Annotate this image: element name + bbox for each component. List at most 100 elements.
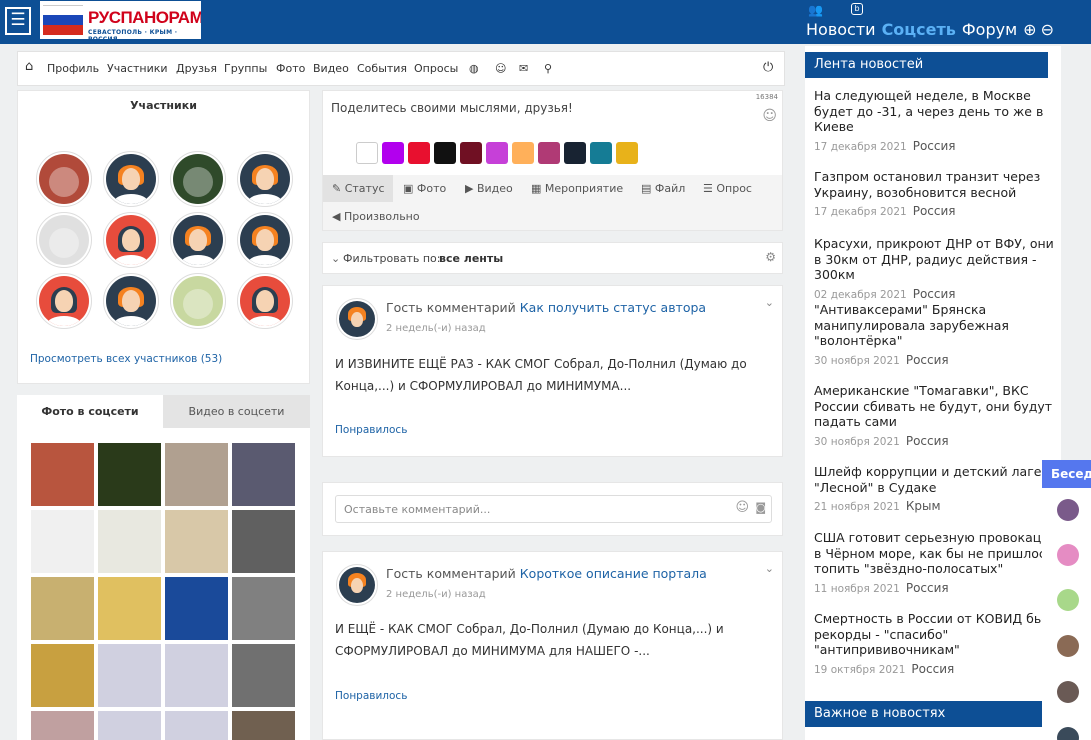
chat-contact-avatar[interactable] bbox=[1057, 499, 1079, 521]
member-avatar[interactable] bbox=[103, 151, 159, 207]
member-avatar[interactable] bbox=[103, 212, 159, 268]
post-menu-chevron-icon[interactable]: ⌄ bbox=[765, 562, 774, 575]
subnav-videos[interactable]: Видео bbox=[313, 62, 349, 75]
background-color-swatch[interactable] bbox=[564, 142, 586, 164]
background-color-swatch[interactable] bbox=[512, 142, 534, 164]
post-author-avatar[interactable] bbox=[336, 564, 378, 606]
chat-contact-avatar[interactable] bbox=[1057, 681, 1079, 703]
settings-gear-icon[interactable]: ⚙ bbox=[765, 250, 776, 264]
blog-icon[interactable]: b bbox=[851, 3, 863, 15]
member-avatar[interactable] bbox=[36, 212, 92, 268]
photo-thumbnail[interactable] bbox=[165, 510, 228, 573]
post-author[interactable]: Гость комментарий bbox=[386, 300, 516, 315]
subnav-groups[interactable]: Группы bbox=[224, 62, 267, 75]
comment-input[interactable]: Оставьте комментарий... ☺ ◙ bbox=[335, 495, 772, 523]
filter-bar[interactable]: ⌄ Фильтровать по: все ленты ⚙ bbox=[322, 242, 783, 274]
tab-event[interactable]: ▦ Мероприятие bbox=[531, 182, 623, 195]
news-title[interactable]: Американские "Томагавки", ВКС России сби… bbox=[814, 383, 1064, 430]
news-title[interactable]: США готовит серьезную провокацию в Чёрно… bbox=[814, 530, 1064, 577]
photo-thumbnail[interactable] bbox=[31, 510, 94, 573]
composer-input[interactable]: Поделитесь своими мыслями, друзья! bbox=[331, 101, 573, 115]
nav-forum[interactable]: Форум bbox=[962, 20, 1017, 39]
news-title[interactable]: Шлейф коррупции и детский лагерь "Лесной… bbox=[814, 464, 1064, 495]
filter-value[interactable]: все ленты bbox=[439, 252, 503, 265]
chat-tab[interactable]: Беседы bbox=[1042, 460, 1091, 488]
member-avatar[interactable] bbox=[36, 151, 92, 207]
photo-thumbnail[interactable] bbox=[31, 577, 94, 640]
news-tag[interactable]: Россия bbox=[906, 581, 949, 595]
photo-thumbnail[interactable] bbox=[31, 443, 94, 506]
tab-videos[interactable]: Видео в соцсети bbox=[163, 395, 310, 428]
news-tag[interactable]: Крым bbox=[906, 499, 941, 513]
photo-thumbnail[interactable] bbox=[98, 510, 161, 573]
post-time[interactable]: 2 недель(-и) назад bbox=[386, 323, 486, 334]
member-avatar[interactable] bbox=[170, 212, 226, 268]
emoji-icon[interactable]: ☺ bbox=[762, 108, 777, 124]
background-color-swatch[interactable] bbox=[486, 142, 508, 164]
photo-thumbnail[interactable] bbox=[98, 711, 161, 740]
post-link[interactable]: Короткое описание портала bbox=[520, 566, 707, 581]
hamburger-menu-icon[interactable]: ☰ bbox=[5, 7, 31, 35]
like-link[interactable]: Понравилось bbox=[335, 690, 407, 702]
photo-thumbnail[interactable] bbox=[232, 644, 295, 707]
background-color-swatch[interactable] bbox=[356, 142, 378, 164]
power-icon[interactable]: ⏻ bbox=[763, 60, 773, 75]
subnav-events[interactable]: События bbox=[357, 62, 407, 75]
post-author-avatar[interactable] bbox=[336, 298, 378, 340]
photo-thumbnail[interactable] bbox=[165, 443, 228, 506]
photo-thumbnail[interactable] bbox=[98, 577, 161, 640]
news-tag[interactable]: Россия bbox=[913, 139, 956, 153]
news-title[interactable]: Смертность в России от КОВИД бьёт рекорд… bbox=[814, 611, 1064, 658]
zoom-in-icon[interactable]: ⊕ bbox=[1023, 20, 1036, 39]
users-icon[interactable]: 👥 bbox=[808, 3, 823, 17]
news-item[interactable]: На следующей неделе, в Москве будет до -… bbox=[814, 88, 1064, 155]
zoom-out-icon[interactable]: ⊖ bbox=[1041, 20, 1054, 39]
view-all-members-link[interactable]: Просмотреть всех участников (53) bbox=[30, 353, 222, 365]
photo-thumbnail[interactable] bbox=[232, 510, 295, 573]
subnav-photos[interactable]: Фото bbox=[276, 62, 305, 75]
background-color-swatch[interactable] bbox=[408, 142, 430, 164]
news-title[interactable]: На следующей неделе, в Москве будет до -… bbox=[814, 88, 1064, 135]
news-tag[interactable]: Россия bbox=[913, 287, 956, 301]
nav-news[interactable]: Новости bbox=[806, 20, 876, 39]
news-item[interactable]: Американские "Томагавки", ВКС России сби… bbox=[814, 383, 1064, 450]
chat-contact-avatar[interactable] bbox=[1057, 589, 1079, 611]
post-link[interactable]: Как получить статус автора bbox=[520, 300, 706, 315]
news-item[interactable]: "Антиваксерами" Брянска манипулировала з… bbox=[814, 302, 1064, 369]
news-title[interactable]: Газпром остановил транзит через Украину,… bbox=[814, 169, 1064, 200]
contacts-icon[interactable]: ☺ bbox=[495, 62, 506, 75]
photo-thumbnail[interactable] bbox=[98, 644, 161, 707]
news-title[interactable]: "Антиваксерами" Брянска манипулировала з… bbox=[814, 302, 1064, 349]
important-news-header[interactable]: Важное в новостях bbox=[805, 701, 1048, 727]
subnav-profile[interactable]: Профиль bbox=[47, 62, 99, 75]
tab-status[interactable]: ✎ Статус bbox=[332, 182, 385, 195]
member-avatar[interactable] bbox=[36, 273, 92, 329]
news-item[interactable]: Шлейф коррупции и детский лагерь "Лесной… bbox=[814, 464, 1064, 516]
post-menu-chevron-icon[interactable]: ⌄ bbox=[765, 296, 774, 309]
tab-custom[interactable]: ◀ Произвольно bbox=[332, 210, 420, 223]
camera-icon[interactable]: ◙ bbox=[755, 501, 766, 514]
photo-thumbnail[interactable] bbox=[232, 443, 295, 506]
like-link[interactable]: Понравилось bbox=[335, 424, 407, 436]
background-color-swatch[interactable] bbox=[460, 142, 482, 164]
tab-photo[interactable]: ▣ Фото bbox=[403, 182, 446, 195]
comment-emoji-icon[interactable]: ☺ bbox=[735, 500, 749, 515]
news-item[interactable]: Красухи, прикроют ДНР от ВФУ, они в 30км… bbox=[814, 236, 1064, 303]
tab-poll[interactable]: ☰ Опрос bbox=[703, 182, 752, 195]
tab-photos[interactable]: Фото в соцсети bbox=[17, 395, 163, 428]
post-time[interactable]: 2 недель(-и) назад bbox=[386, 589, 486, 600]
photo-thumbnail[interactable] bbox=[31, 711, 94, 740]
news-item[interactable]: США готовит серьезную провокацию в Чёрно… bbox=[814, 530, 1064, 597]
post-author[interactable]: Гость комментарий bbox=[386, 566, 516, 581]
chat-contact-avatar[interactable] bbox=[1057, 635, 1079, 657]
chat-contact-avatar[interactable] bbox=[1057, 727, 1079, 740]
background-color-swatch[interactable] bbox=[590, 142, 612, 164]
subnav-polls[interactable]: Опросы bbox=[414, 62, 458, 75]
news-feed-header[interactable]: Лента новостей bbox=[805, 52, 1048, 78]
photo-thumbnail[interactable] bbox=[165, 644, 228, 707]
news-tag[interactable]: Россия bbox=[913, 204, 956, 218]
news-tag[interactable]: Россия bbox=[906, 434, 949, 448]
nav-social[interactable]: Соцсеть bbox=[882, 20, 956, 39]
subnav-friends[interactable]: Друзья bbox=[176, 62, 217, 75]
news-item[interactable]: Смертность в России от КОВИД бьёт рекорд… bbox=[814, 611, 1064, 678]
